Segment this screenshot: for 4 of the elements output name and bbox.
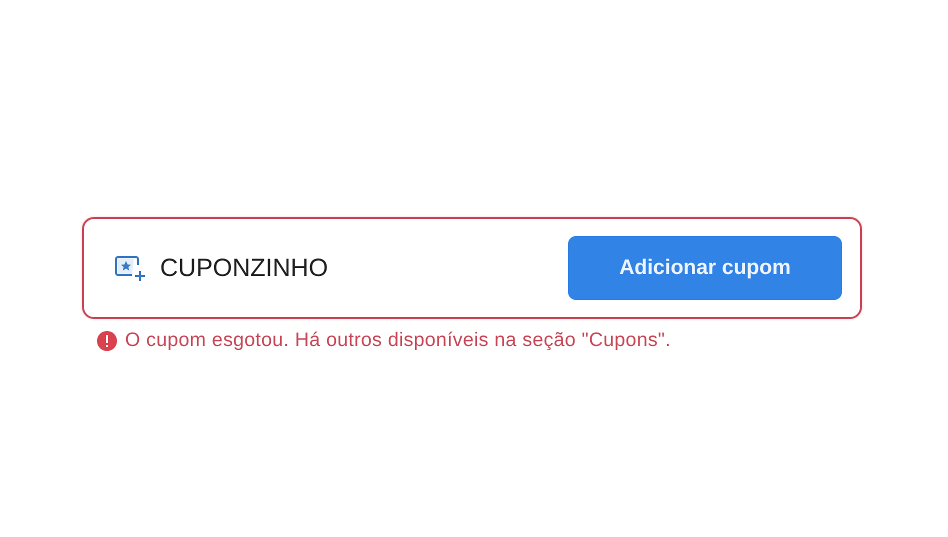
coupon-input[interactable]: CUPONZINHO (160, 250, 554, 286)
coupon-add-icon (114, 253, 146, 283)
error-icon (97, 330, 117, 350)
error-message: O cupom esgotou. Há outros disponíveis na seção "Cupons". (125, 329, 671, 352)
